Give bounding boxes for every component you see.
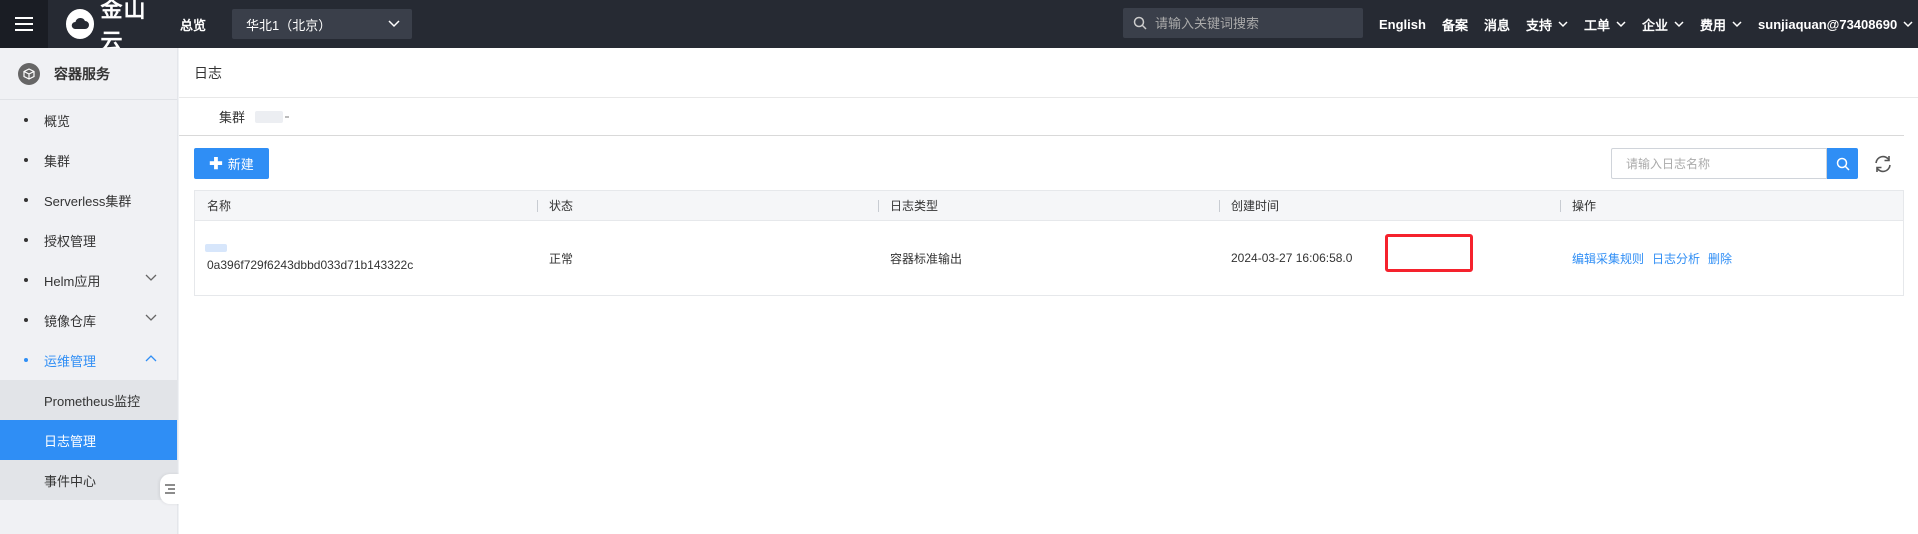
global-search[interactable] [1123,8,1363,38]
chevron-up-icon [145,355,157,362]
billing-menu[interactable]: 费用 [1700,15,1742,34]
sidebar-subitem-events[interactable]: 事件中心 [0,460,177,500]
main-content: 日志 集群 ✚ 新建 名称 状态 日志类型 创建时间 操作 0a396 [179,48,1918,534]
search-icon [1133,16,1147,30]
sidebar-item-ops[interactable]: 运维管理 [0,340,177,380]
region-value: 华北1（北京） [246,17,332,33]
refresh-icon [1875,155,1891,173]
cell-actions: 编辑采集规则 日志分析 删除 [1560,221,1903,295]
global-search-input[interactable] [1155,15,1355,31]
sidebar-subitem-prometheus[interactable]: Prometheus监控 [0,380,177,420]
cell-log-type: 容器标准输出 [890,251,963,266]
sidebar-header: 容器服务 [0,48,177,100]
chevron-down-icon [1674,20,1684,27]
top-links: English 备案 消息 支持 工单 企业 费用 sunjiaquan@734… [1379,0,1918,48]
log-name-redacted [205,244,227,252]
col-header-created: 创建时间 [1219,191,1560,221]
chevron-down-icon [1903,20,1913,27]
cell-created: 2024-03-27 16:06:58.0 [1231,251,1353,265]
chevron-down-icon [1616,20,1626,27]
support-menu[interactable]: 支持 [1526,15,1568,34]
enterprise-menu[interactable]: 企业 [1642,15,1684,34]
chevron-down-icon [1558,20,1568,27]
sidebar-item-helm[interactable]: Helm应用 [0,260,177,300]
top-navbar: 金山云 总览 华北1（北京） English 备案 消息 支持 工单 企业 费用… [0,0,1918,54]
table-row: 0a396f729f6243dbbd033d71b143322c 正常 容器标准… [195,221,1903,295]
chevron-down-icon [1732,20,1742,27]
new-log-button[interactable]: ✚ 新建 [194,148,269,179]
col-header-name: 名称 [207,199,232,213]
page-title: 日志 [179,48,1918,98]
sidebar-item-registry[interactable]: 镜像仓库 [0,300,177,340]
edit-collection-rule-link[interactable]: 编辑采集规则 [1572,250,1644,267]
region-select[interactable]: 华北1（北京） [232,9,413,39]
chevron-down-icon [145,274,157,281]
col-header-actions: 操作 [1560,191,1903,221]
log-analysis-link[interactable]: 日志分析 [1652,250,1700,267]
sidebar-item-cluster[interactable]: 集群 [0,140,177,180]
delete-link[interactable]: 删除 [1708,250,1732,267]
sidebar: 容器服务 概览 集群 Serverless集群 授权管理 Helm应用 镜像仓库… [0,48,178,534]
sidebar-item-overview[interactable]: 概览 [0,100,177,140]
list-collapse-icon [165,484,175,494]
log-id: 0a396f729f6243dbbd033d71b143322c [207,258,414,272]
chevron-down-icon [388,20,400,28]
sidebar-item-auth[interactable]: 授权管理 [0,220,177,260]
overview-link[interactable]: 总览 [180,15,206,34]
container-service-icon [18,62,40,85]
col-header-status: 状态 [537,191,878,221]
col-header-log-type: 日志类型 [878,191,1219,221]
sidebar-subitem-logs[interactable]: 日志管理 [0,420,177,460]
search-icon [1836,157,1850,171]
sidebar-item-serverless[interactable]: Serverless集群 [0,180,177,220]
cluster-selector[interactable]: 集群 [179,98,1904,136]
cell-name: 0a396f729f6243dbbd033d71b143322c [195,221,537,295]
sidebar-title: 容器服务 [54,65,110,82]
log-table: 名称 状态 日志类型 创建时间 操作 0a396f729f6243dbbd033… [194,190,1904,296]
log-name-search-input[interactable] [1611,148,1827,179]
plus-icon: ✚ [209,155,223,173]
table-header: 名称 状态 日志类型 创建时间 操作 [195,191,1903,221]
hamburger-icon [15,17,33,31]
cloud-logo-icon [66,9,95,39]
cell-status: 正常 [549,251,574,266]
log-search-button[interactable] [1827,148,1858,179]
cluster-value-redacted [255,110,284,123]
messages-link[interactable]: 消息 [1484,15,1510,34]
chevron-down-icon [145,314,157,321]
account-menu[interactable]: sunjiaquan@73408690 [1758,17,1913,32]
refresh-button[interactable] [1871,152,1895,176]
filing-link[interactable]: 备案 [1442,15,1468,34]
menu-toggle-button[interactable] [0,0,48,48]
cluster-label: 集群 [219,110,246,125]
ticket-menu[interactable]: 工单 [1584,15,1626,34]
english-link[interactable]: English [1379,17,1426,32]
sidebar-collapse-button[interactable] [160,474,180,504]
